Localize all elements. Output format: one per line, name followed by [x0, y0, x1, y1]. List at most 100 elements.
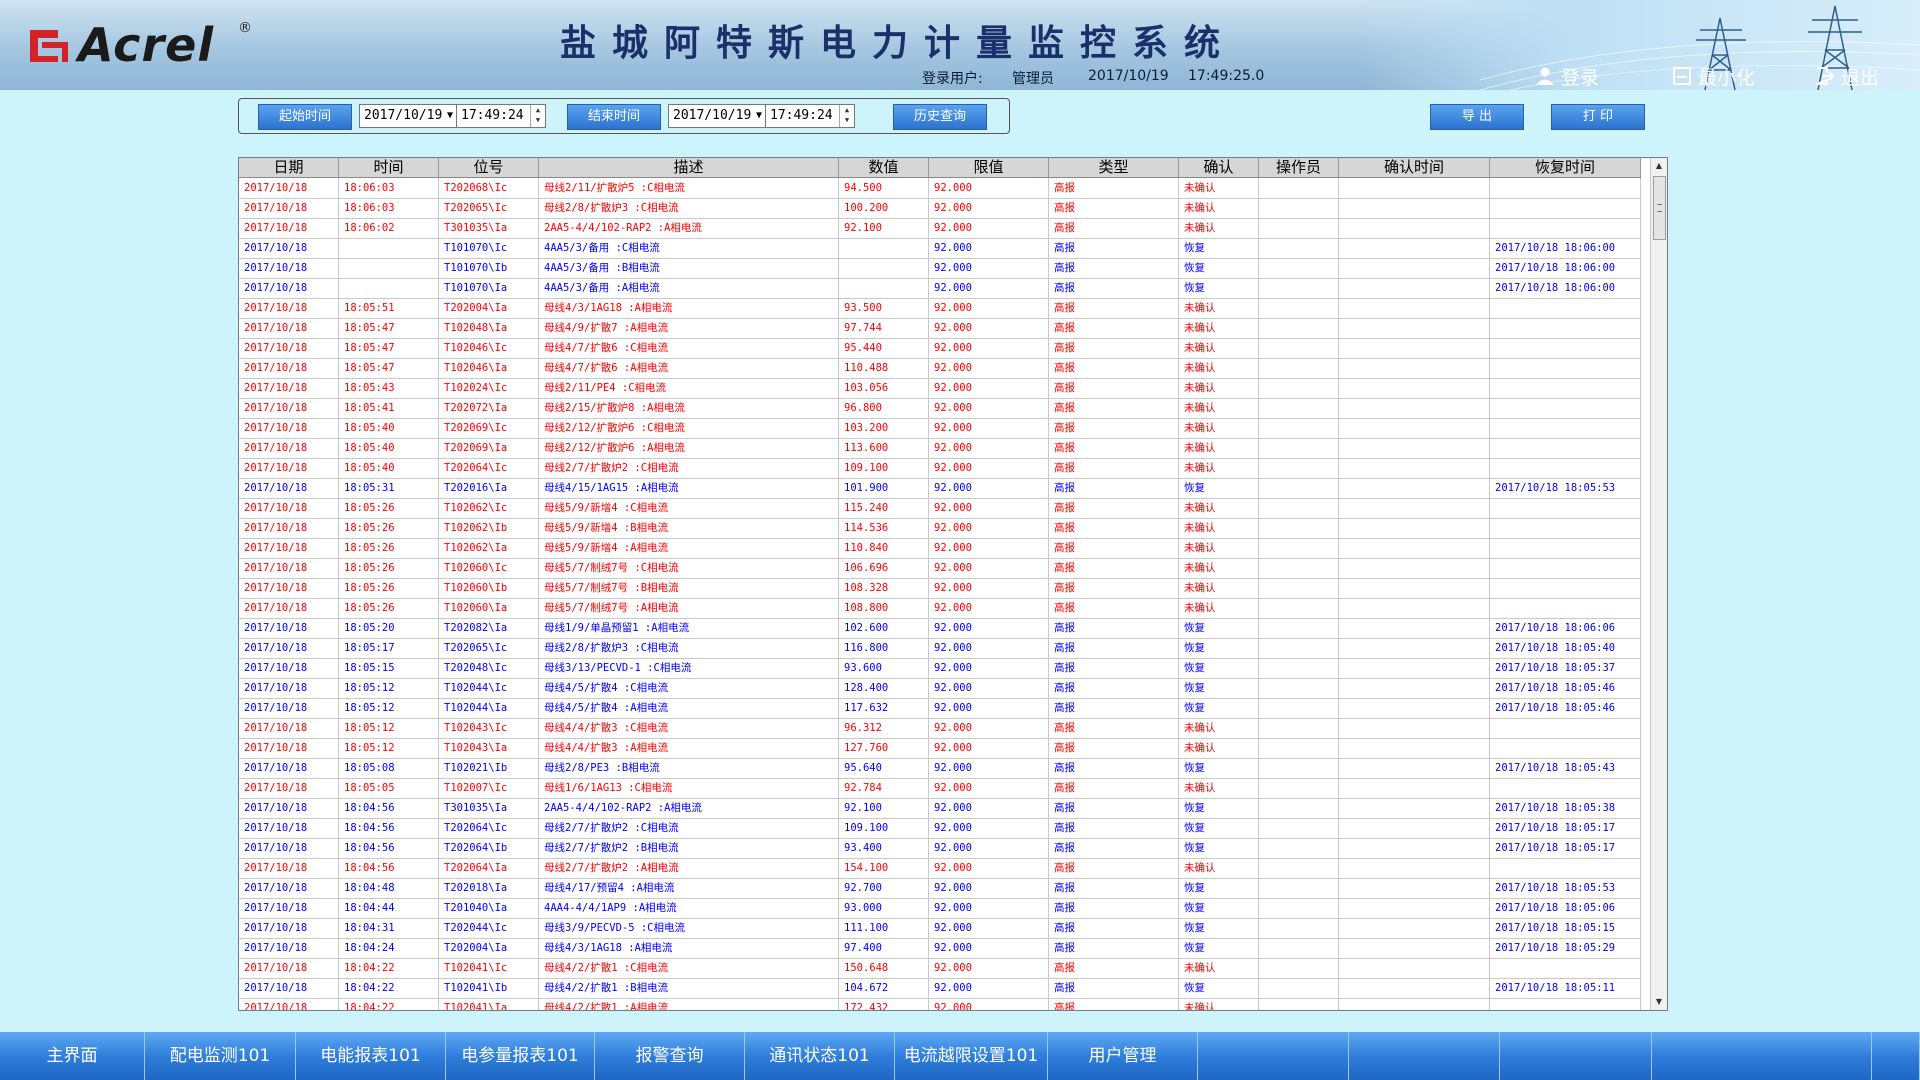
table-row[interactable]: 2017/10/18 18:04:22 T102041\Ia 母线4/2/扩散1 :A…	[239, 998, 1641, 1010]
header-col-date[interactable]: 日期	[239, 158, 339, 177]
table-row[interactable]: 2017/10/18 18:05:41 T202072\Ia 母线2/15/扩散炉8 …	[239, 398, 1641, 419]
spinner-arrows-icon[interactable]: ▲ ▼	[839, 105, 854, 127]
nav-empty-3[interactable]	[1500, 1032, 1652, 1080]
header-col-recover-time[interactable]: 恢复时间	[1490, 158, 1641, 177]
export-button[interactable]: 导 出	[1430, 104, 1524, 130]
table-row[interactable]: 2017/10/18 18:04:24 T202004\Ia 母线4/3/1AG18 …	[239, 938, 1641, 959]
nav-distribution-monitor[interactable]: 配电监测101	[145, 1032, 296, 1080]
table-row[interactable]: 2017/10/18 18:06:02 T301035\Ia 2AA5-4/4/102…	[239, 218, 1641, 239]
table-row[interactable]: 2017/10/18 18:05:08 T102021\Ib 母线2/8/PE3 :B…	[239, 758, 1641, 779]
exit-button[interactable]: 退出	[1815, 63, 1879, 89]
end-time-value: 17:49:24	[770, 108, 833, 123]
start-date-picker[interactable]: 2017/10/19 ▼	[359, 104, 457, 128]
nav-empty-5[interactable]	[1872, 1032, 1920, 1080]
header-col-time[interactable]: 时间	[339, 158, 439, 177]
nav-alarm-query[interactable]: 报警查询	[595, 1032, 745, 1080]
scroll-down-icon[interactable]: ▼	[1651, 994, 1667, 1010]
nav-main[interactable]: 主界面	[0, 1032, 145, 1080]
system-title: 盐城阿特斯电力计量监控系统	[560, 23, 1237, 64]
table-row[interactable]: 2017/10/18 18:05:26 T102062\Ic 母线5/9/新增4 :C…	[239, 498, 1641, 519]
col-operator-cell	[1259, 238, 1339, 258]
nav-empty-2[interactable]	[1349, 1032, 1500, 1080]
table-row[interactable]: 2017/10/18 18:06:03 T202065\Ic 母线2/8/扩散炉3 :…	[239, 198, 1641, 219]
scroll-up-icon[interactable]: ▲	[1651, 158, 1667, 174]
header-col-confirm-time[interactable]: 确认时间	[1339, 158, 1490, 177]
table-row[interactable]: 2017/10/18 18:05:47 T102046\Ia 母线4/7/扩散6 :A…	[239, 358, 1641, 379]
table-row[interactable]: 2017/10/18 18:05:47 T102046\Ic 母线4/7/扩散6 :C…	[239, 338, 1641, 359]
table-row[interactable]: 2017/10/18 18:05:12 T102044\Ic 母线4/5/扩散4 :C…	[239, 678, 1641, 699]
col-tag-cell: T202064\Ic	[439, 458, 539, 478]
col-time-cell: 18:05:12	[339, 678, 439, 698]
spinner-arrows-icon[interactable]: ▲ ▼	[530, 105, 545, 127]
nav-user-management[interactable]: 用户管理	[1048, 1032, 1198, 1080]
table-row[interactable]: 2017/10/18 18:04:56 T202064\Ib 母线2/7/扩散炉2 :…	[239, 838, 1641, 859]
nav-empty-1[interactable]	[1198, 1032, 1349, 1080]
table-row[interactable]: 2017/10/18 T101070\Ic 4AA5/3/备用 :C相电流 92.00…	[239, 238, 1641, 259]
table-row[interactable]: 2017/10/18 18:05:05 T102007\Ic 母线1/6/1AG13 …	[239, 778, 1641, 799]
minimize-button[interactable]: 最小化	[1672, 63, 1755, 89]
table-row[interactable]: 2017/10/18 18:05:43 T102024\Ic 母线2/11/PE4 :…	[239, 378, 1641, 399]
col-confirm-cell: 未确认	[1179, 958, 1259, 978]
header-col-confirm[interactable]: 确认	[1179, 158, 1259, 177]
table-row[interactable]: 2017/10/18 18:05:26 T102060\Ib 母线5/7/制绒7号 :…	[239, 578, 1641, 599]
table-row[interactable]: 2017/10/18 18:04:56 T202064\Ia 母线2/7/扩散炉2 :…	[239, 858, 1641, 879]
table-row[interactable]: 2017/10/18 18:06:03 T202068\Ic 母线2/11/扩散炉5 …	[239, 178, 1641, 199]
table-row[interactable]: 2017/10/18 18:05:12 T102043\Ic 母线4/4/扩散3 :C…	[239, 718, 1641, 739]
table-row[interactable]: 2017/10/18 T101070\Ia 4AA5/3/备用 :A相电流 92.00…	[239, 278, 1641, 299]
header-col-operator[interactable]: 操作员	[1259, 158, 1339, 177]
table-row[interactable]: 2017/10/18 18:05:26 T102060\Ia 母线5/7/制绒7号 :…	[239, 598, 1641, 619]
header-col-description[interactable]: 描述	[539, 158, 839, 177]
col-recover-time-cell	[1490, 998, 1641, 1010]
table-row[interactable]: 2017/10/18 18:05:26 T102062\Ia 母线5/9/新增4 :A…	[239, 538, 1641, 559]
print-button[interactable]: 打 印	[1551, 104, 1645, 130]
table-row[interactable]: 2017/10/18 18:05:40 T202069\Ic 母线2/12/扩散炉6 …	[239, 418, 1641, 439]
table-row[interactable]: 2017/10/18 18:05:17 T202065\Ic 母线2/8/扩散炉3 :…	[239, 638, 1641, 659]
end-time-spinner[interactable]: 17:49:24 ▲ ▼	[765, 104, 855, 128]
table-row[interactable]: 2017/10/18 18:05:31 T202016\Ia 母线4/15/1AG15…	[239, 478, 1641, 499]
col-limit-cell: 92.000	[929, 898, 1049, 918]
minimize-icon	[1673, 67, 1691, 85]
nav-electrical-report[interactable]: 电参量报表101	[446, 1032, 595, 1080]
table-row[interactable]: 2017/10/18 18:04:48 T202018\Ia 母线4/17/预留4 :…	[239, 878, 1641, 899]
history-query-button[interactable]: 历史查询	[893, 104, 987, 130]
header-col-limit[interactable]: 限值	[929, 158, 1049, 177]
col-description-cell: 母线2/11/PE4 :C相电流	[539, 378, 839, 398]
table-row[interactable]: 2017/10/18 18:04:31 T202044\Ic 母线3/9/PECVD-…	[239, 918, 1641, 939]
scrollbar-thumb[interactable]	[1653, 176, 1666, 240]
table-row[interactable]: 2017/10/18 18:05:47 T102048\Ia 母线4/9/扩散7 :A…	[239, 318, 1641, 339]
table-row[interactable]: 2017/10/18 18:04:56 T202064\Ic 母线2/7/扩散炉2 :…	[239, 818, 1641, 839]
col-time-cell: 18:05:47	[339, 318, 439, 338]
table-row[interactable]: 2017/10/18 18:05:51 T202004\Ia 母线4/3/1AG18 …	[239, 298, 1641, 319]
table-row[interactable]: 2017/10/18 18:05:26 T102062\Ib 母线5/9/新增4 :B…	[239, 518, 1641, 539]
col-confirm-cell: 未确认	[1179, 558, 1259, 578]
nav-empty-4[interactable]	[1652, 1032, 1872, 1080]
table-row[interactable]: 2017/10/18 18:05:12 T102043\Ia 母线4/4/扩散3 :A…	[239, 738, 1641, 759]
app-header: Acrel ® 盐城阿特斯电力计量监控系统 登录用户: 管理员 2017/10/…	[0, 0, 1920, 90]
col-operator-cell	[1259, 978, 1339, 998]
table-row[interactable]: 2017/10/18 18:04:22 T102041\Ic 母线4/2/扩散1 :C…	[239, 958, 1641, 979]
table-row[interactable]: 2017/10/18 18:05:20 T202082\Ia 母线1/9/单晶预留1 …	[239, 618, 1641, 639]
nav-comm-status[interactable]: 通讯状态101	[745, 1032, 895, 1080]
login-button[interactable]: 登录	[1535, 63, 1599, 89]
col-tag-cell: T202018\Ia	[439, 878, 539, 898]
table-row[interactable]: 2017/10/18 T101070\Ib 4AA5/3/备用 :B相电流 92.00…	[239, 258, 1641, 279]
end-date-picker[interactable]: 2017/10/19 ▼	[668, 104, 766, 128]
table-row[interactable]: 2017/10/18 18:05:40 T202069\Ia 母线2/12/扩散炉6 …	[239, 438, 1641, 459]
start-time-spinner[interactable]: 17:49:24 ▲ ▼	[456, 104, 546, 128]
table-row[interactable]: 2017/10/18 18:05:40 T202064\Ic 母线2/7/扩散炉2 :…	[239, 458, 1641, 479]
table-row[interactable]: 2017/10/18 18:04:22 T102041\Ib 母线4/2/扩散1 :B…	[239, 978, 1641, 999]
header-col-tag[interactable]: 位号	[439, 158, 539, 177]
table-row[interactable]: 2017/10/18 18:05:12 T102044\Ia 母线4/5/扩散4 :A…	[239, 698, 1641, 719]
table-row[interactable]: 2017/10/18 18:04:44 T201040\Ia 4AA4-4/4/1AP…	[239, 898, 1641, 919]
vertical-scrollbar[interactable]: ▲ ▼	[1650, 158, 1667, 1010]
table-row[interactable]: 2017/10/18 18:04:56 T301035\Ia 2AA5-4/4/102…	[239, 798, 1641, 819]
header-col-type[interactable]: 类型	[1049, 158, 1179, 177]
col-value-cell: 150.648	[839, 958, 929, 978]
table-row[interactable]: 2017/10/18 18:05:26 T102060\Ic 母线5/7/制绒7号 :…	[239, 558, 1641, 579]
nav-current-limit[interactable]: 电流越限设置101	[895, 1032, 1048, 1080]
nav-energy-report[interactable]: 电能报表101	[296, 1032, 446, 1080]
start-time-button[interactable]: 起始时间	[258, 104, 352, 130]
end-time-button[interactable]: 结束时间	[567, 104, 661, 130]
table-row[interactable]: 2017/10/18 18:05:15 T202048\Ic 母线3/13/PECVD…	[239, 658, 1641, 679]
header-col-value[interactable]: 数值	[839, 158, 929, 177]
